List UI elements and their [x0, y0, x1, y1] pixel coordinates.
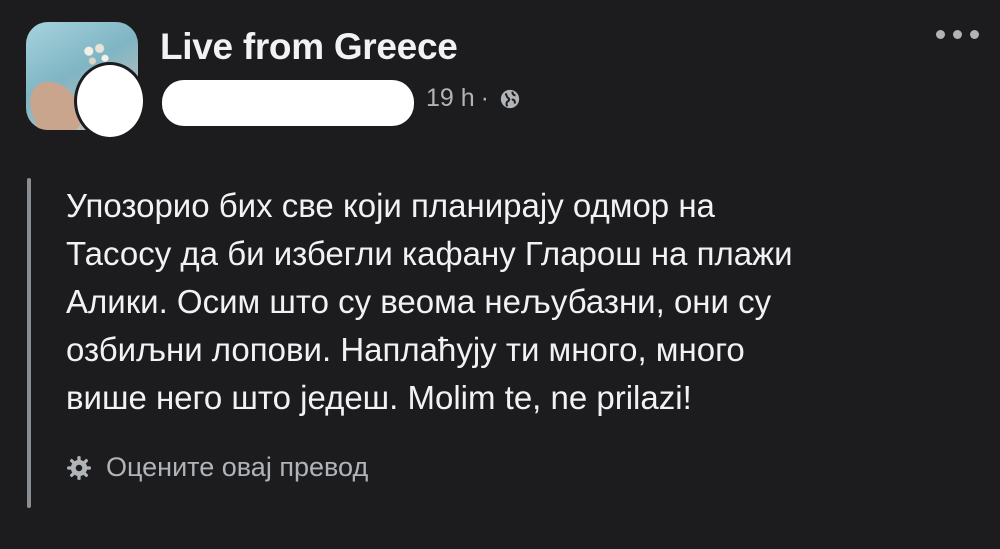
post-text-line: Тасосу да би избегли кафану Гларош на пл… — [66, 235, 793, 272]
group-name-link[interactable]: Live from Greece — [160, 26, 458, 68]
facebook-post: Live from Greece 19 h · Упозорио бих све… — [0, 0, 1000, 549]
translation-quote-bar — [27, 178, 31, 508]
rate-translation-label: Оцените овај превод — [106, 452, 369, 482]
post-text-line: више него што једеш. Molim te, ne prilaz… — [66, 379, 692, 416]
globe-icon[interactable] — [499, 88, 521, 110]
dot — [936, 30, 945, 39]
meta-separator: · — [480, 84, 489, 112]
gear-icon — [67, 455, 91, 480]
post-text-line: Алики. Осим што су веома нељубазни, они … — [66, 283, 772, 320]
dot — [970, 30, 979, 39]
user-avatar-redacted[interactable] — [74, 62, 146, 140]
post-translated-text: Упозорио бих све који планирају одмор на… — [66, 182, 966, 422]
author-name-redacted[interactable] — [162, 80, 414, 126]
post-text-line: Упозорио бих све који планирају одмор на — [66, 187, 715, 224]
more-options-icon[interactable] — [936, 30, 982, 44]
post-text-line: озбиљни лопови. Наплаћују ти много, мног… — [66, 331, 745, 368]
post-timestamp[interactable]: 19 h — [426, 84, 475, 113]
post-meta: 19 h · — [426, 84, 521, 113]
dot — [953, 30, 962, 39]
rate-translation-link[interactable]: Оцените овај превод — [66, 452, 368, 483]
